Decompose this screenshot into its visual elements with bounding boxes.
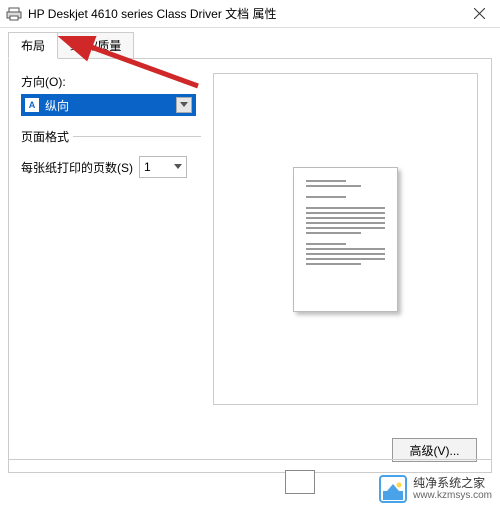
tab-paper-quality-label: 纸张/质量 [70,39,121,53]
watermark: 纯净系统之家 www.kzmsys.com [379,475,492,503]
watermark-url: www.kzmsys.com [413,490,492,502]
window-title: HP Deskjet 4610 series Class Driver 文档 属… [28,5,458,22]
tab-panel-layout: 方向(O): A 纵向 页面格式 每张纸打印的页数(S) 1 [8,58,492,473]
page-format-group: 页面格式 每张纸打印的页数(S) 1 [21,136,201,178]
tab-paper-quality[interactable]: 纸张/质量 [57,32,134,59]
watermark-logo-icon [379,475,407,503]
chevron-down-icon [176,97,192,113]
printer-icon [6,6,22,22]
tab-strip: 布局 纸张/质量 [0,28,500,59]
close-button[interactable] [458,0,500,28]
watermark-name: 纯净系统之家 [413,476,492,490]
pages-per-sheet-value: 1 [144,160,174,174]
tab-layout-label: 布局 [21,39,45,53]
orientation-value: 纵向 [45,97,176,114]
orientation-portrait-icon: A [25,98,39,112]
pages-per-sheet-label: 每张纸打印的页数(S) [21,159,133,176]
layout-right-column: 高级(V)... [201,73,479,458]
ok-button-partial[interactable] [285,470,315,494]
layout-left-column: 方向(O): A 纵向 页面格式 每张纸打印的页数(S) 1 [21,73,201,458]
title-bar: HP Deskjet 4610 series Class Driver 文档 属… [0,0,500,28]
advanced-button-label: 高级(V)... [410,442,460,459]
chevron-down-icon [174,162,182,172]
pages-per-sheet-select[interactable]: 1 [139,156,187,178]
page-format-legend: 页面格式 [21,128,73,145]
orientation-label: 方向(O): [21,73,201,90]
page-preview [213,73,478,405]
preview-paper [293,167,398,312]
tab-layout[interactable]: 布局 [8,32,58,59]
divider [8,459,492,460]
orientation-select[interactable]: A 纵向 [21,94,196,116]
